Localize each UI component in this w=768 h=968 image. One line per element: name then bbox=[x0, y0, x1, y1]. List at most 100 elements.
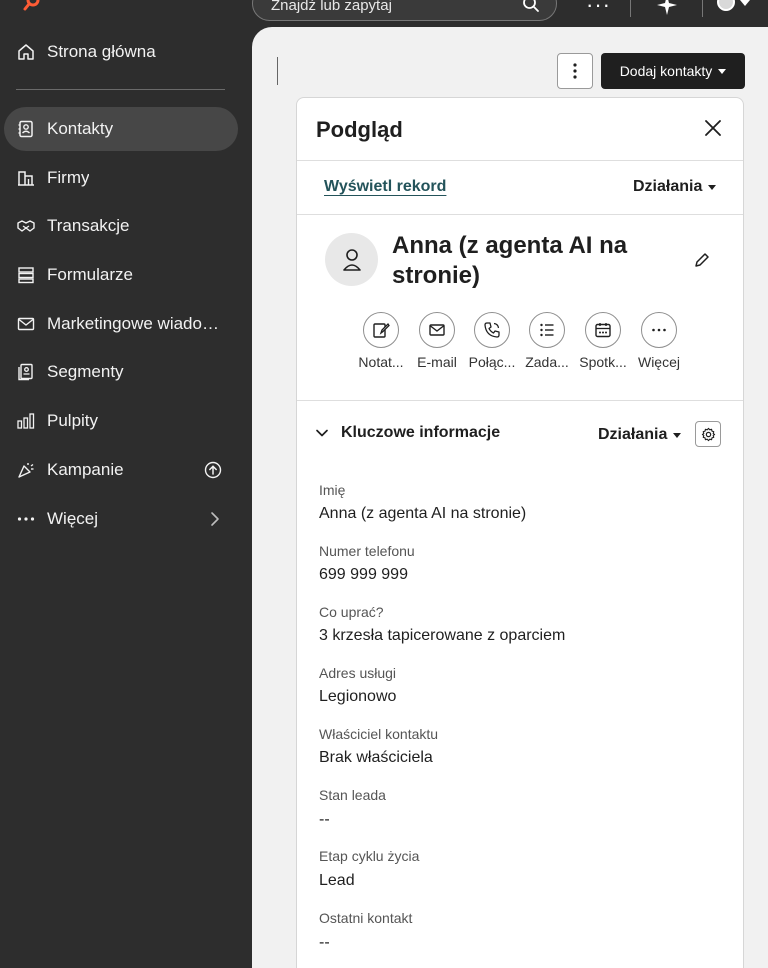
hubspot-logo-icon[interactable] bbox=[22, 0, 42, 12]
sidebar-item-label: Więcej bbox=[47, 509, 99, 528]
email-icon bbox=[419, 312, 455, 348]
chevron-down-icon bbox=[718, 68, 727, 74]
field-value-phone[interactable]: 699 999 999 bbox=[319, 566, 408, 584]
quick-action-label: E-mail bbox=[417, 354, 457, 370]
sidebar-item-deals[interactable]: Transakcje bbox=[4, 204, 238, 248]
pencil-icon[interactable] bbox=[694, 252, 710, 273]
field-label-last-contact: Ostatni kontakt bbox=[319, 910, 413, 926]
search-input[interactable]: Znajdź lub zapytaj bbox=[252, 0, 557, 21]
sidebar-item-forms[interactable]: Formularze bbox=[4, 253, 238, 297]
email-button[interactable]: E-mail bbox=[407, 312, 467, 370]
task-button[interactable]: Zada... bbox=[517, 312, 577, 370]
more-icon bbox=[17, 510, 35, 528]
contact-avatar bbox=[325, 233, 378, 286]
quick-action-label: Notat... bbox=[358, 354, 404, 370]
key-info-actions-dropdown[interactable]: Działania bbox=[598, 426, 682, 444]
field-label-lifecycle-stage: Etap cyklu życia bbox=[319, 848, 420, 864]
sidebar-item-marketing-emails[interactable]: Marketingowe wiadom... bbox=[4, 302, 238, 346]
user-avatar[interactable] bbox=[717, 0, 735, 11]
field-label-what-to-clean: Co uprać? bbox=[319, 604, 384, 620]
sidebar: Strona główna Kontakty Firmy Transakcje … bbox=[0, 27, 252, 968]
field-label-service-address: Adres usługi bbox=[319, 665, 397, 681]
note-icon bbox=[363, 312, 399, 348]
more-options-icon[interactable]: ··· bbox=[586, 0, 611, 18]
field-value-lifecycle-stage[interactable]: Lead bbox=[319, 872, 355, 890]
sidebar-item-label: Kontakty bbox=[47, 119, 114, 138]
upgrade-icon[interactable] bbox=[204, 461, 222, 484]
contact-name: Anna (z agenta AI na stronie) bbox=[392, 232, 628, 289]
sidebar-item-companies[interactable]: Firmy bbox=[4, 156, 238, 200]
field-value-first-name[interactable]: Anna (z agenta AI na stronie) bbox=[319, 505, 526, 523]
home-icon bbox=[17, 43, 35, 61]
task-icon bbox=[529, 312, 565, 348]
sidebar-item-more[interactable]: Więcej bbox=[4, 497, 238, 541]
field-label-first-name: Imię bbox=[319, 482, 346, 498]
dashboard-icon bbox=[17, 412, 35, 430]
chevron-down-icon bbox=[708, 184, 717, 190]
sidebar-item-campaigns[interactable]: Kampanie bbox=[4, 448, 238, 492]
sidebar-item-label: Kampanie bbox=[47, 460, 124, 479]
view-record-link[interactable]: Wyświetl rekord bbox=[324, 178, 446, 196]
separator bbox=[702, 0, 703, 17]
chevron-down-icon[interactable] bbox=[740, 0, 750, 6]
chevron-down-icon bbox=[316, 429, 328, 437]
actions-label: Działania bbox=[598, 426, 668, 443]
company-icon bbox=[17, 169, 35, 187]
settings-button[interactable] bbox=[695, 421, 721, 447]
field-value-last-contact[interactable]: -- bbox=[319, 934, 330, 952]
separator bbox=[630, 0, 631, 17]
divider bbox=[297, 400, 743, 401]
close-icon[interactable] bbox=[705, 120, 721, 141]
field-label-lead-status: Stan leada bbox=[319, 787, 386, 803]
sidebar-item-contacts[interactable]: Kontakty bbox=[4, 107, 238, 151]
field-value-service-address[interactable]: Legionowo bbox=[319, 688, 396, 706]
sidebar-item-label: Formularze bbox=[47, 265, 133, 284]
divider bbox=[297, 214, 743, 215]
campaign-icon bbox=[17, 461, 35, 479]
chevron-right-icon bbox=[208, 510, 222, 533]
form-icon bbox=[17, 266, 35, 284]
vertical-dots-icon bbox=[573, 63, 577, 79]
more-horizontal-icon bbox=[641, 312, 677, 348]
actions-dropdown[interactable]: Działania bbox=[633, 178, 717, 196]
sidebar-item-dashboards[interactable]: Pulpity bbox=[4, 399, 238, 443]
quick-action-label: Zada... bbox=[525, 354, 569, 370]
main-content: Dodaj kontakty Podgląd Wyświetl rekord D… bbox=[252, 27, 768, 968]
section-title: Kluczowe informacje bbox=[341, 424, 501, 441]
call-button[interactable]: Połąc... bbox=[462, 312, 522, 370]
sidebar-item-segments[interactable]: Segmenty bbox=[4, 350, 238, 394]
mail-icon bbox=[17, 315, 35, 333]
sidebar-item-home[interactable]: Strona główna bbox=[4, 30, 238, 74]
ai-sparkle-icon[interactable] bbox=[656, 0, 678, 21]
add-contacts-label: Dodaj kontakty bbox=[619, 63, 713, 79]
divider bbox=[297, 160, 743, 161]
sidebar-item-label: Segmenty bbox=[47, 362, 124, 381]
more-button[interactable]: Więcej bbox=[629, 312, 689, 370]
add-contacts-button[interactable]: Dodaj kontakty bbox=[601, 53, 745, 89]
note-button[interactable]: Notat... bbox=[351, 312, 411, 370]
search-placeholder: Znajdź lub zapytaj bbox=[271, 0, 392, 14]
sidebar-divider bbox=[16, 89, 225, 90]
separator bbox=[277, 57, 278, 85]
person-icon bbox=[342, 248, 361, 271]
sidebar-item-label: Marketingowe wiadom... bbox=[47, 314, 227, 333]
quick-action-label: Więcej bbox=[637, 354, 680, 370]
quick-action-label: Spotk... bbox=[579, 354, 627, 370]
top-bar: Znajdź lub zapytaj ··· bbox=[0, 0, 768, 27]
field-label-contact-owner: Właściciel kontaktu bbox=[319, 726, 439, 742]
meeting-icon bbox=[585, 312, 621, 348]
more-actions-button[interactable] bbox=[557, 53, 593, 89]
field-value-what-to-clean[interactable]: 3 krzesła tapicerowane z oparciem bbox=[319, 627, 565, 645]
search-icon[interactable] bbox=[522, 0, 540, 18]
sidebar-item-label: Pulpity bbox=[47, 411, 99, 430]
sidebar-item-label: Firmy bbox=[47, 168, 90, 187]
key-info-toggle[interactable]: Kluczowe informacje bbox=[315, 424, 500, 442]
gear-icon bbox=[701, 427, 715, 441]
field-value-contact-owner[interactable]: Brak właściciela bbox=[319, 749, 433, 767]
handshake-icon bbox=[17, 217, 35, 235]
panel-title: Podgląd bbox=[316, 117, 403, 142]
field-value-lead-status[interactable]: -- bbox=[319, 811, 330, 829]
phone-icon bbox=[474, 312, 510, 348]
meeting-button[interactable]: Spotk... bbox=[573, 312, 633, 370]
sidebar-item-label: Strona główna bbox=[47, 42, 156, 61]
